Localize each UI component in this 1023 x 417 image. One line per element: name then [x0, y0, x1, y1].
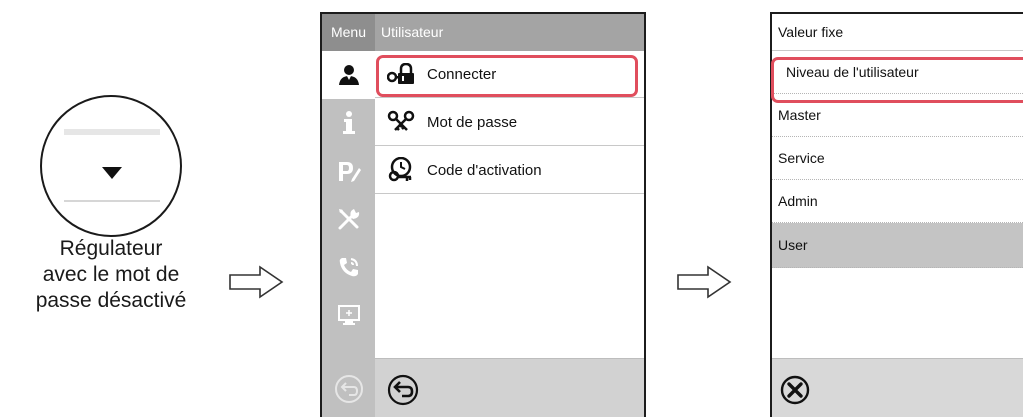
menu-title: Menu: [322, 14, 375, 51]
menu-item-password[interactable]: Mot de passe: [375, 99, 644, 146]
sidebar-item-program[interactable]: [322, 147, 375, 195]
option-admin[interactable]: Admin: [772, 180, 1023, 223]
sidebar-item-service[interactable]: [322, 243, 375, 291]
exit-icon: [334, 375, 363, 403]
settings-tools-icon: [338, 209, 359, 230]
password-keys-icon: [375, 110, 427, 134]
option-service[interactable]: Service: [772, 137, 1023, 180]
caption-line-3: passe désactivé: [35, 289, 187, 312]
value-screen-footer: [772, 358, 1023, 417]
user-level-highlight-frame: [771, 57, 1023, 103]
value-screen-header: Valeur fixe: [772, 14, 1023, 51]
option-label: Admin: [778, 193, 818, 209]
option-label: Service: [778, 150, 825, 166]
sidebar-item-user[interactable]: [322, 51, 375, 99]
option-user-selected[interactable]: User: [772, 223, 1023, 268]
sidebar-item-settings[interactable]: [322, 195, 375, 243]
menu-footer: [375, 358, 644, 417]
activation-code-icon: [375, 157, 427, 183]
next-step-arrow-icon: [677, 265, 732, 299]
menu-header-title: Utilisateur: [375, 14, 644, 51]
knob-lower-mark: [64, 200, 160, 202]
program-icon: [338, 162, 361, 182]
sidebar-item-display[interactable]: [322, 291, 375, 339]
option-label: User: [778, 237, 808, 253]
connect-highlight-frame: [376, 55, 638, 97]
controller-caption: Régulateur avec le mot de passe désactiv…: [0, 236, 222, 314]
sidebar-item-info[interactable]: [322, 99, 375, 147]
caption-line-2: avec le mot de: [42, 263, 180, 286]
back-icon[interactable]: [387, 374, 419, 406]
display-icon: [337, 305, 360, 325]
option-label: Master: [778, 107, 821, 123]
info-icon: [342, 111, 355, 134]
next-step-arrow-icon: [229, 265, 284, 299]
down-arrow-icon: [102, 167, 122, 179]
menu-item-label: Code d'activation: [427, 161, 542, 179]
user-icon: [338, 65, 359, 85]
menu-item-label: Mot de passe: [427, 113, 518, 131]
controller-knob: [40, 95, 182, 237]
caption-line-1: Régulateur: [59, 237, 163, 260]
cancel-icon[interactable]: [780, 375, 810, 405]
menu-item-activation-code[interactable]: Code d'activation: [375, 147, 644, 194]
sidebar-item-exit[interactable]: [322, 365, 375, 413]
knob-upper-mark: [64, 129, 160, 135]
service-phone-icon: [339, 258, 358, 277]
